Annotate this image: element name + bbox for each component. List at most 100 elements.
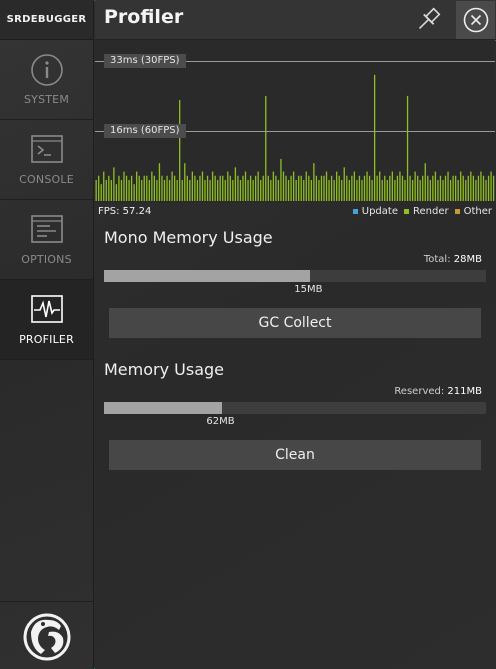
frame-bar xyxy=(156,179,158,201)
frame-bar xyxy=(239,179,242,201)
frame-bar xyxy=(133,184,135,201)
frame-bar xyxy=(487,175,490,201)
frame-bar xyxy=(384,175,386,201)
mono-memory-bar-fill xyxy=(104,270,311,282)
frame-bar xyxy=(201,171,204,201)
frame-bar xyxy=(130,175,133,201)
frame-bar xyxy=(108,175,110,201)
frame-bar xyxy=(328,179,330,201)
frame-bar xyxy=(277,179,280,201)
sidebar-item-label: OPTIONS xyxy=(21,253,72,266)
frame-bar xyxy=(399,171,401,201)
frame-bar xyxy=(356,179,358,201)
frame-bar xyxy=(406,95,409,201)
gc-collect-button[interactable]: GC Collect xyxy=(109,308,481,338)
frame-bar xyxy=(224,179,226,201)
memory-reserved: Reserved: 211MB xyxy=(394,386,482,397)
frame-bar xyxy=(95,179,97,201)
sidebar-item-options[interactable]: OPTIONS xyxy=(0,200,93,280)
mono-memory-bar xyxy=(104,270,486,282)
reserved-value: 211MB xyxy=(447,386,482,397)
frame-bar xyxy=(353,171,356,201)
frame-bar xyxy=(313,163,315,201)
legend-label: Update xyxy=(361,206,398,217)
total-value: 28MB xyxy=(453,254,482,265)
frame-bar xyxy=(414,171,416,201)
frame-bar xyxy=(204,179,206,201)
frame-bar xyxy=(254,175,257,201)
frame-bar xyxy=(303,179,305,201)
frame-bar xyxy=(429,179,431,201)
frame-bar xyxy=(110,179,112,201)
clean-button[interactable]: Clean xyxy=(109,440,481,470)
frame-bar xyxy=(424,163,426,201)
fps-readout: FPS: 57.24 xyxy=(98,206,152,217)
frame-bar xyxy=(452,175,454,201)
frame-bar xyxy=(115,184,118,201)
frame-bar xyxy=(227,171,229,201)
frame-bar xyxy=(490,171,492,201)
frame-bar xyxy=(100,184,102,201)
close-button[interactable] xyxy=(456,1,495,39)
options-icon xyxy=(30,215,63,243)
frame-bar xyxy=(318,179,320,201)
frame-bar xyxy=(472,175,475,201)
frame-bar xyxy=(267,175,269,201)
mono-memory-total: Total: 28MB xyxy=(424,254,482,265)
frame-bar xyxy=(151,171,153,201)
frame-bar xyxy=(295,179,297,201)
frame-bar xyxy=(123,171,125,201)
frame-bar xyxy=(305,171,307,201)
frame-bar xyxy=(376,175,378,201)
frame-bar xyxy=(363,175,366,201)
frame-bar xyxy=(391,171,393,201)
frame-bar xyxy=(141,179,143,201)
frame-bar xyxy=(161,175,163,201)
frame-bar xyxy=(125,175,128,201)
sidebar-item-console[interactable]: CONSOLE xyxy=(0,120,93,200)
frame-bar xyxy=(244,171,247,201)
frame-bar xyxy=(219,175,221,201)
reference-label-16ms: 16ms (60FPS) xyxy=(104,124,186,138)
frame-bar xyxy=(394,179,396,201)
reference-label-33ms: 33ms (30FPS) xyxy=(104,54,186,68)
frame-time-graph: 33ms (30FPS) 16ms (60FPS) xyxy=(95,41,495,203)
frame-bar xyxy=(308,175,310,201)
frame-bar xyxy=(128,179,130,201)
sidebar-item-label: SYSTEM xyxy=(23,93,70,106)
sidebar-item-profiler[interactable]: PROFILER xyxy=(0,280,93,360)
frame-bar xyxy=(290,175,292,201)
frame-bar xyxy=(237,175,239,201)
frame-bar xyxy=(389,175,391,201)
memory-title: Memory Usage xyxy=(104,360,225,379)
frame-bar xyxy=(252,179,254,201)
frame-bar xyxy=(280,158,282,201)
frame-bar xyxy=(171,171,173,201)
frame-bar xyxy=(492,175,495,201)
frame-bar xyxy=(470,171,472,201)
frame-bar xyxy=(118,175,120,201)
frame-bar xyxy=(199,175,201,201)
frame-bar xyxy=(247,179,249,201)
frame-bar xyxy=(173,175,176,201)
header-bar: Profiler xyxy=(95,0,496,40)
frame-bar xyxy=(146,175,148,201)
frame-bar xyxy=(265,95,267,201)
frame-bar xyxy=(444,175,447,201)
frame-bar xyxy=(467,175,469,201)
frame-bar xyxy=(272,171,275,201)
frame-bar xyxy=(287,179,290,201)
frame-bar xyxy=(485,179,487,201)
pin-icon[interactable] xyxy=(413,5,443,35)
frame-bar xyxy=(211,171,214,201)
reserved-label: Reserved: xyxy=(394,386,445,397)
sidebar-item-system[interactable]: SYSTEM xyxy=(0,40,93,120)
frame-bar xyxy=(136,171,138,201)
frame-bar xyxy=(270,179,272,201)
legend-label: Render xyxy=(412,206,449,217)
frame-bar xyxy=(320,175,323,201)
frame-bar xyxy=(447,171,449,201)
frame-bar xyxy=(292,171,295,201)
legend-render: Render xyxy=(403,206,449,217)
frame-bar xyxy=(346,175,348,201)
